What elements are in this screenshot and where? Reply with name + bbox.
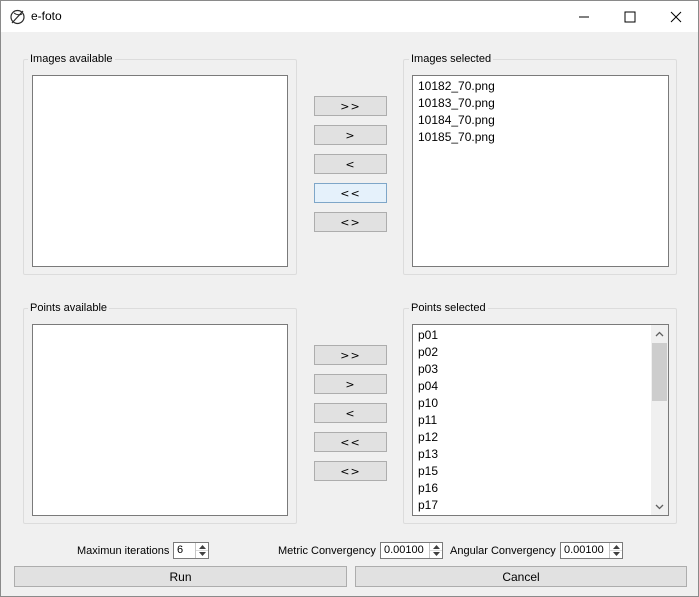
list-item[interactable]: p01: [418, 327, 438, 344]
list-item[interactable]: p02: [418, 344, 438, 361]
max-iterations-label: Maximun iterations: [77, 545, 170, 557]
spin-up-icon[interactable]: [610, 543, 622, 550]
list-item[interactable]: p15: [418, 463, 438, 480]
list-item[interactable]: p16: [418, 480, 438, 497]
title-bar[interactable]: e-foto: [1, 1, 698, 32]
list-item[interactable]: p04: [418, 378, 438, 395]
spin-buttons: [609, 543, 622, 558]
list-item[interactable]: p10: [418, 395, 438, 412]
maximize-button[interactable]: [607, 1, 653, 32]
points-swap-button[interactable]: <>: [314, 461, 387, 481]
spin-buttons: [195, 543, 208, 558]
metric-convergency-label: Metric Convergency: [278, 545, 376, 557]
spin-down-icon[interactable]: [610, 550, 622, 557]
run-button[interactable]: Run: [14, 566, 347, 587]
list-item[interactable]: 10184_70.png: [418, 112, 495, 129]
spin-up-icon[interactable]: [430, 543, 442, 550]
metric-convergency-spinbox[interactable]: 0.00100: [380, 542, 443, 559]
list-item[interactable]: p17: [418, 497, 438, 514]
points-selected-label: Points selected: [409, 302, 488, 314]
images-remove-all-button[interactable]: <<: [314, 183, 387, 203]
list-item[interactable]: 10183_70.png: [418, 95, 495, 112]
points-scrollbar[interactable]: [651, 325, 668, 515]
images-selected-list[interactable]: 10182_70.png 10183_70.png 10184_70.png 1…: [412, 75, 669, 267]
list-item[interactable]: 10182_70.png: [418, 78, 495, 95]
list-item[interactable]: p11: [418, 412, 437, 429]
points-available-label: Points available: [28, 302, 110, 314]
scroll-thumb[interactable]: [652, 343, 667, 401]
points-add-button[interactable]: >: [314, 374, 387, 394]
images-swap-button[interactable]: <>: [314, 212, 387, 232]
e-foto-logo-icon: [10, 9, 25, 25]
images-add-button[interactable]: >: [314, 125, 387, 145]
close-icon: [670, 11, 682, 22]
minimize-button[interactable]: [561, 1, 607, 32]
points-selected-list[interactable]: p01 p02 p03 p04 p10 p11 p12 p13 p15 p16 …: [412, 324, 669, 516]
images-selected-label: Images selected: [409, 53, 494, 65]
spin-buttons: [429, 543, 442, 558]
minimize-icon: [579, 16, 589, 17]
images-add-all-button[interactable]: >>: [314, 96, 387, 116]
spin-down-icon[interactable]: [430, 550, 442, 557]
scroll-down-icon[interactable]: [651, 498, 668, 515]
angular-convergency-value[interactable]: 0.00100: [564, 544, 604, 557]
list-item[interactable]: p03: [418, 361, 438, 378]
list-item[interactable]: p13: [418, 446, 438, 463]
metric-convergency-value[interactable]: 0.00100: [384, 544, 424, 557]
images-available-list[interactable]: [32, 75, 288, 267]
window-title: e-foto: [31, 9, 62, 23]
images-available-label: Images available: [28, 53, 115, 65]
points-remove-button[interactable]: <: [314, 403, 387, 423]
efoto-dialog: e-foto Images available Images selected …: [0, 0, 699, 597]
points-available-list[interactable]: [32, 324, 288, 516]
close-button[interactable]: [653, 1, 699, 32]
spin-up-icon[interactable]: [196, 543, 208, 550]
cancel-button[interactable]: Cancel: [355, 566, 687, 587]
max-iterations-spinbox[interactable]: 6: [173, 542, 209, 559]
list-item[interactable]: 10185_70.png: [418, 129, 495, 146]
max-iterations-value[interactable]: 6: [177, 544, 183, 557]
angular-convergency-spinbox[interactable]: 0.00100: [560, 542, 623, 559]
angular-convergency-label: Angular Convergency: [450, 545, 556, 557]
maximize-icon: [624, 11, 636, 22]
points-remove-all-button[interactable]: <<: [314, 432, 387, 452]
scroll-up-icon[interactable]: [651, 325, 668, 342]
points-add-all-button[interactable]: >>: [314, 345, 387, 365]
images-remove-button[interactable]: <: [314, 154, 387, 174]
list-item[interactable]: p12: [418, 429, 438, 446]
spin-down-icon[interactable]: [196, 550, 208, 557]
